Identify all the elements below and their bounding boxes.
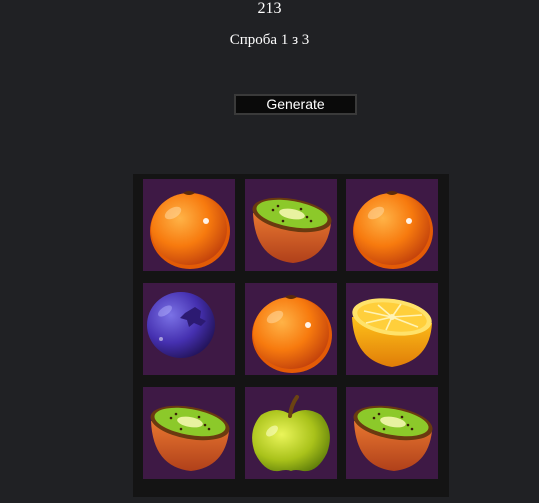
grid-cell-5[interactable] <box>245 283 337 375</box>
kiwi-half-icon <box>353 405 433 471</box>
grid-cell-2[interactable] <box>245 179 337 271</box>
grid-cell-7[interactable] <box>143 387 235 479</box>
green-apple-icon <box>252 395 330 472</box>
grid-cell-9[interactable] <box>346 387 438 479</box>
fruit-grid <box>133 174 449 497</box>
grid-cell-4[interactable] <box>143 283 235 375</box>
grid-cell-6[interactable] <box>346 283 438 375</box>
grid-cell-1[interactable] <box>143 179 235 271</box>
lemon-half-icon <box>352 298 432 367</box>
generate-button[interactable]: Generate <box>234 94 357 115</box>
grid-cell-3[interactable] <box>346 179 438 271</box>
orange-icon <box>150 191 230 269</box>
kiwi-half-icon <box>252 197 332 263</box>
attempts-counter: Спроба 1 з 3 <box>229 32 310 48</box>
orange-icon <box>252 295 332 373</box>
blueberry-icon <box>147 292 215 358</box>
grid-cell-8[interactable] <box>245 387 337 479</box>
kiwi-half-icon <box>150 405 230 471</box>
score-display: 213 <box>257 0 282 17</box>
orange-icon <box>353 191 433 269</box>
